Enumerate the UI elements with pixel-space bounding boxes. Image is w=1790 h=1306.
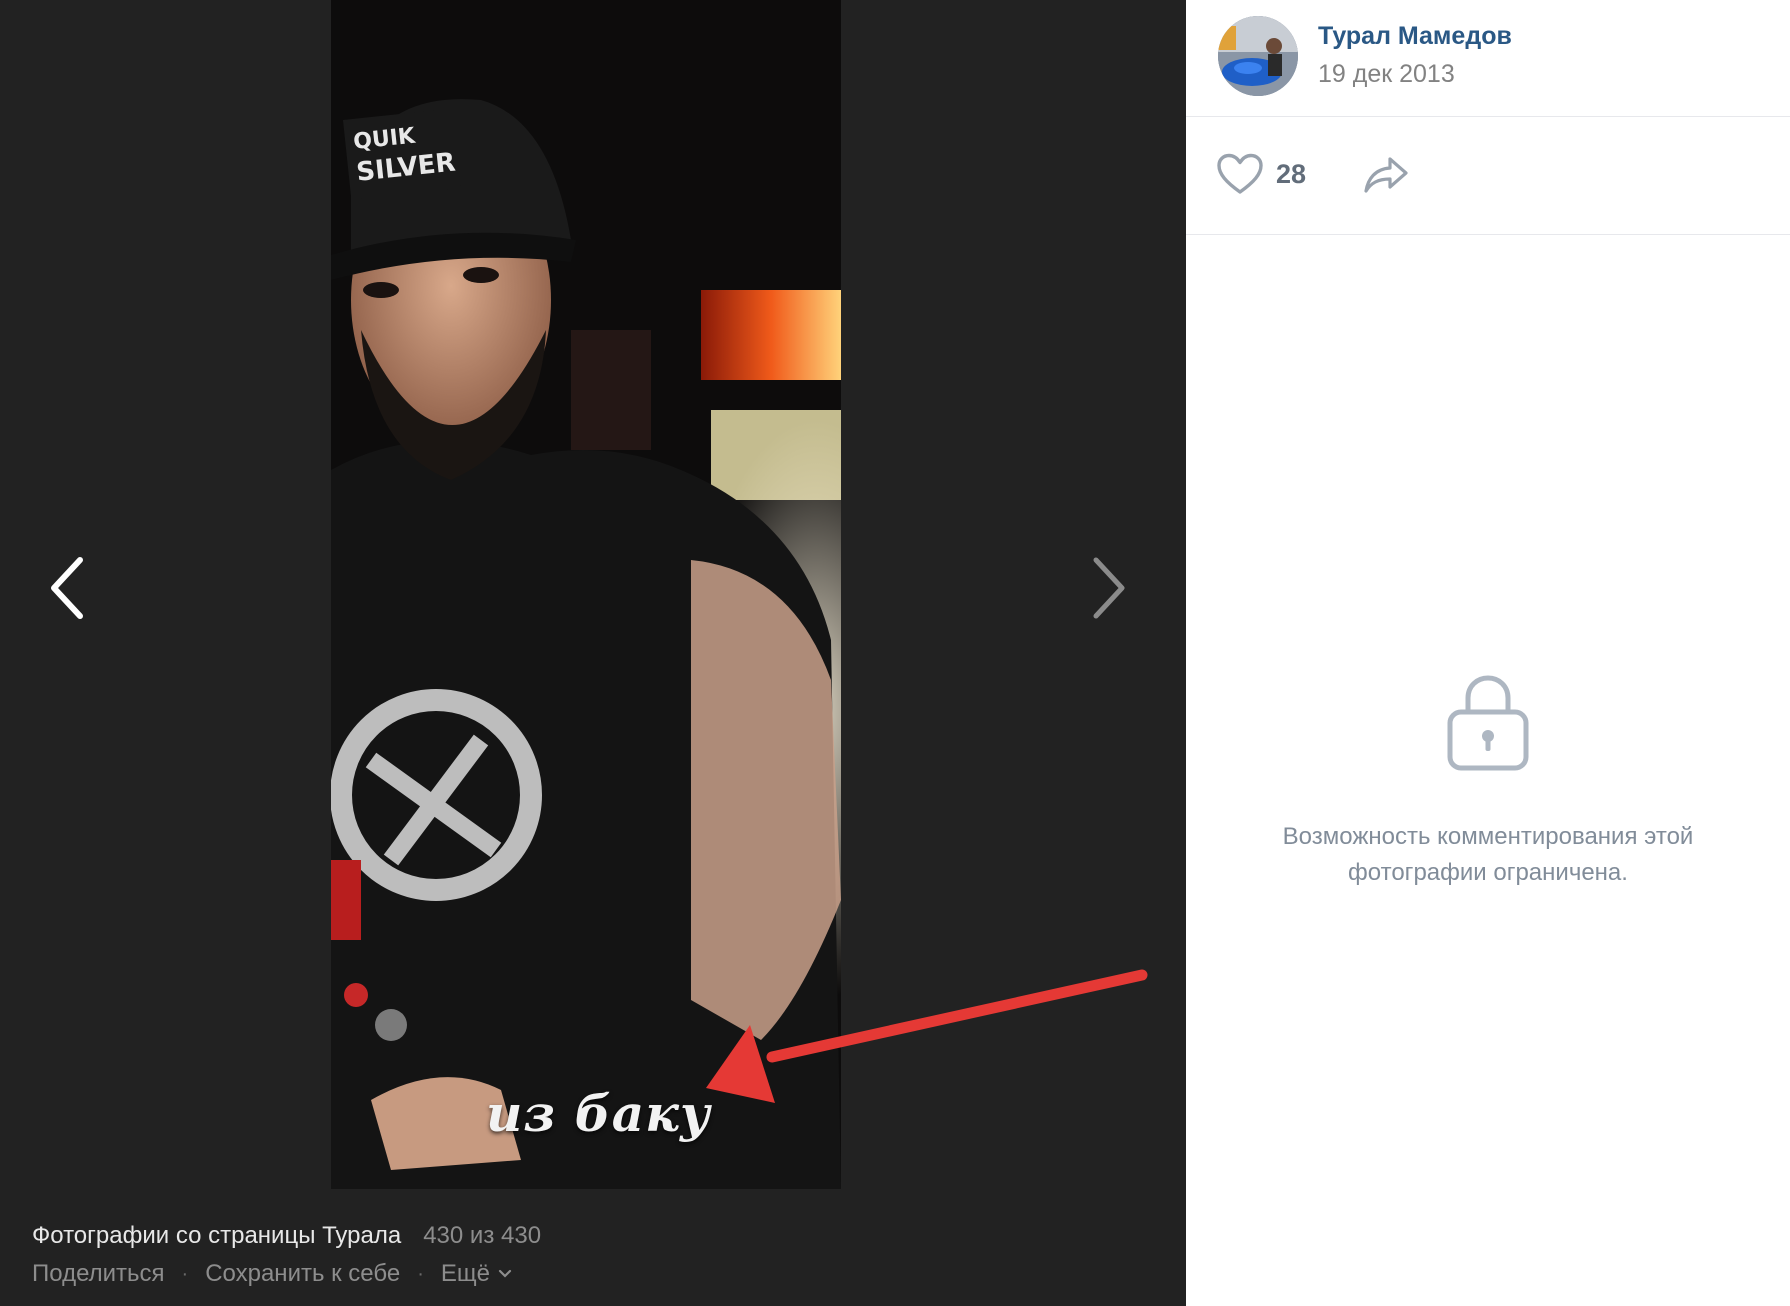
chevron-left-icon <box>51 557 83 619</box>
photo-caption: из баку <box>486 1084 711 1143</box>
photo-sidebar: Турал Мамедов 19 дек 2013 28 Возможность… <box>1186 0 1790 1306</box>
chevron-down-icon <box>498 1269 512 1278</box>
photo-footer: Фотографии со страницы Турала 430 из 430… <box>32 1222 541 1288</box>
more-label: Ещё <box>440 1260 490 1287</box>
next-photo-button[interactable] <box>1068 528 1148 648</box>
avatar[interactable] <box>1218 16 1298 96</box>
avatar-image <box>1218 16 1298 96</box>
photo-viewer: QUIK SILVER из баку Фотографии со страни… <box>0 0 1186 1306</box>
share-button[interactable] <box>1362 155 1410 200</box>
photo[interactable]: QUIK SILVER из баку <box>331 0 841 1189</box>
post-date[interactable]: 19 дек 2013 <box>1318 60 1455 89</box>
like-button[interactable]: 28 <box>1216 153 1306 195</box>
author-header: Турал Мамедов 19 дек 2013 <box>1186 0 1790 117</box>
photo-counter: 430 из 430 <box>423 1222 542 1249</box>
save-to-self-link[interactable]: Сохранить к себе <box>205 1260 400 1288</box>
previous-photo-button[interactable] <box>28 528 108 648</box>
share-link[interactable]: Поделиться <box>32 1260 165 1288</box>
author-name[interactable]: Турал Мамедов <box>1318 22 1512 51</box>
share-arrow-icon <box>1364 157 1408 193</box>
separator-dot: · <box>417 1262 424 1285</box>
comments-locked: Возможность комментирования этой фотогра… <box>1186 672 1790 891</box>
photo-image: QUIK SILVER <box>331 0 841 1189</box>
chevron-right-icon <box>1093 557 1125 619</box>
separator-dot: · <box>181 1262 189 1285</box>
actions-bar: 28 <box>1186 117 1790 235</box>
more-menu-button[interactable]: Ещё <box>441 1260 512 1288</box>
lock-icon <box>1447 675 1529 771</box>
album-title[interactable]: Фотографии со страницы Турала <box>32 1222 401 1250</box>
like-count: 28 <box>1276 158 1307 189</box>
heart-icon <box>1217 153 1263 194</box>
comments-locked-text: Возможность комментирования этой фотогра… <box>1282 823 1694 886</box>
